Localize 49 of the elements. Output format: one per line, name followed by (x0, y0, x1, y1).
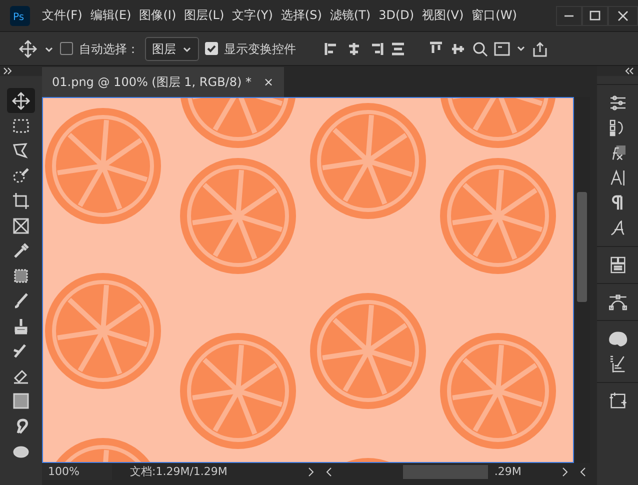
menu-item[interactable]: 窗口(W) (468, 0, 521, 31)
app-logo: Ps (10, 6, 30, 26)
menu-item[interactable]: 文字(Y) (228, 0, 277, 31)
auto-select-checkbox[interactable] (60, 42, 73, 55)
tool-button[interactable] (7, 88, 35, 113)
show-transform-checkbox[interactable] (205, 42, 218, 55)
chevron-left-icon[interactable] (579, 467, 588, 477)
menu-item[interactable]: 文件(F) (38, 0, 86, 31)
align-center-icon[interactable] (346, 40, 362, 56)
crop-tool-icon[interactable] (11, 190, 31, 210)
search-icon[interactable] (472, 40, 488, 56)
close-icon[interactable] (608, 6, 638, 26)
target-dropdown[interactable]: 图层 (145, 36, 199, 60)
brush-presets-icon[interactable] (608, 354, 628, 374)
distribute-icon[interactable] (390, 40, 406, 56)
collapse-icon[interactable] (625, 67, 635, 75)
chevron-right-icon[interactable] (307, 467, 316, 477)
tab-title: 01.png @ 100% (图层 1, RGB/8) * (52, 74, 252, 91)
adjustments-icon[interactable] (608, 93, 628, 113)
chevron-left-icon[interactable] (325, 467, 334, 477)
menu-item[interactable]: 编辑(E) (86, 0, 136, 31)
tab-close[interactable]: × (263, 73, 274, 91)
properties-icon[interactable] (608, 255, 628, 275)
chevron-right-icon[interactable] (561, 467, 570, 477)
menu-item[interactable]: 滤镜(T) (326, 0, 375, 31)
quick-selection-icon[interactable] (11, 166, 31, 186)
artboard-icon[interactable] (608, 391, 628, 411)
document-tab[interactable]: 01.png @ 100% (图层 1, RGB/8) * × (42, 67, 284, 97)
share-icon[interactable] (532, 40, 548, 56)
scrollbar-thumb[interactable] (577, 192, 587, 302)
workspace-icon[interactable] (494, 40, 510, 56)
menu-item[interactable]: 图层(L) (180, 0, 228, 31)
gradient-icon[interactable] (11, 390, 31, 410)
maximize-icon[interactable] (582, 6, 608, 26)
frame-tool-icon[interactable] (11, 216, 31, 236)
paths-icon[interactable] (608, 292, 628, 312)
menu-item[interactable]: 3D(D) (374, 0, 418, 31)
menu-item[interactable]: 图像(I) (135, 0, 180, 31)
scrollbar-thumb[interactable] (403, 465, 488, 479)
expand-icon[interactable] (3, 67, 13, 75)
show-transform-label: 显示变换控件 (224, 40, 296, 58)
move-tool-icon[interactable] (11, 90, 31, 110)
overlap-text: .29M (494, 464, 522, 480)
menu-item[interactable]: 视图(V) (418, 0, 468, 31)
zoom-field[interactable]: 100% (42, 464, 112, 480)
auto-select-label: 自动选择： (79, 40, 139, 58)
menu-item[interactable]: 选择(S) (276, 0, 326, 31)
move-icon[interactable] (18, 38, 38, 58)
document-size: 文档:1.29M/1.29M (130, 464, 228, 480)
